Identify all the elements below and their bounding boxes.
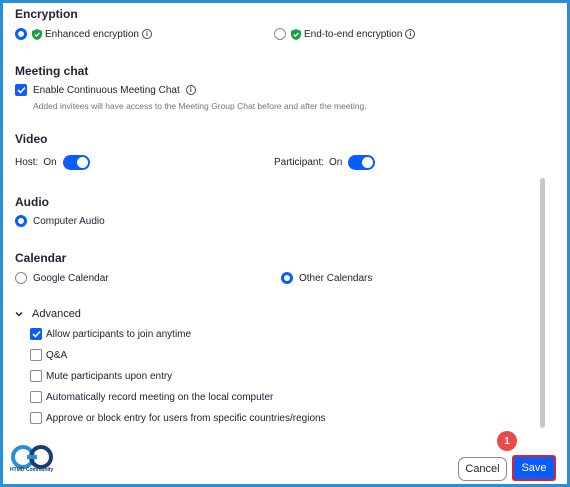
screenshot-border [0, 0, 570, 487]
